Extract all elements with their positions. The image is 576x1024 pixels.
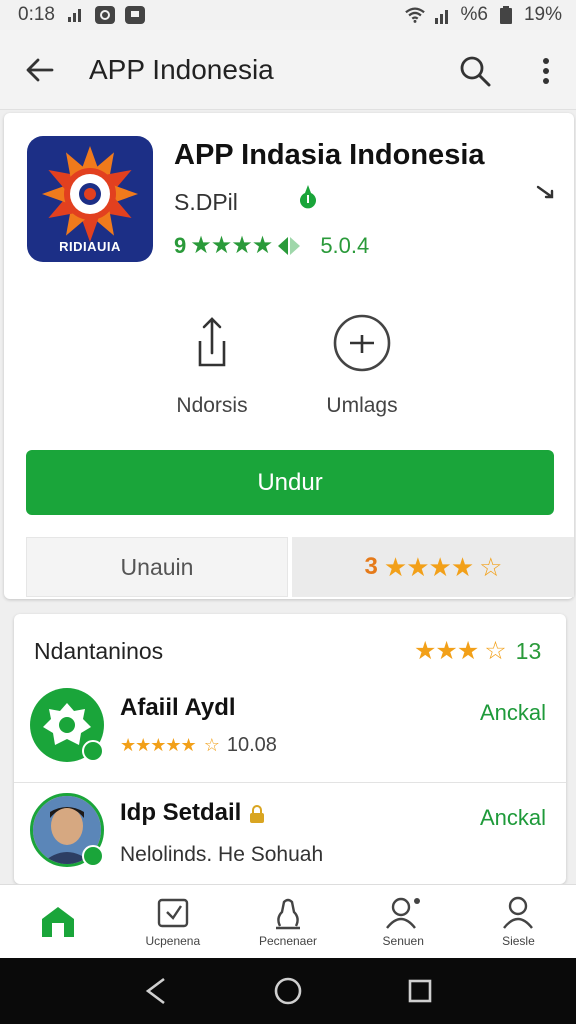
review-meta: ★★★★★ ☆ 10.08 (120, 734, 277, 757)
action-add[interactable]: Umlags (302, 313, 422, 418)
page-title: APP Indonesia (89, 53, 274, 85)
review-action-link[interactable]: Anckal (480, 700, 546, 726)
reviewer-name[interactable]: Afaiil Aydl (120, 694, 236, 722)
more-vert-icon (543, 58, 549, 84)
notification-icon (124, 6, 145, 24)
action-add-label: Umlags (326, 394, 398, 417)
person-icon (503, 896, 534, 929)
rating-prefix: 9 (174, 232, 187, 258)
add-circle-icon (333, 314, 391, 372)
system-back-button[interactable] (139, 974, 173, 1008)
search-icon (460, 56, 491, 87)
battery-icon (496, 6, 516, 24)
reviewer-name-text: Idp Setdail (120, 799, 242, 826)
nav-item-2[interactable]: Ucpenena (115, 885, 230, 958)
nav-item-4[interactable]: Senuen (346, 885, 461, 958)
nav-label: Senuen (382, 933, 424, 948)
reviews-count: 13 (515, 637, 542, 664)
reviewer-name[interactable]: Idp Setdail (120, 799, 267, 827)
review-action-link[interactable]: Anckal (480, 805, 546, 831)
more-options-button[interactable] (526, 48, 566, 94)
nav-item-5[interactable]: Siesle (461, 885, 576, 958)
signal-text: %6 (460, 4, 488, 25)
back-triangle-icon (145, 977, 165, 1005)
lock-icon (250, 804, 265, 823)
arrow-left-icon (26, 58, 54, 81)
cell-signal-icon (433, 6, 453, 24)
verified-badge-icon (82, 740, 104, 762)
nav-label: Siesle (502, 933, 535, 948)
recents-square-icon (408, 979, 432, 1003)
app-name: APP Indasia Indonesia (174, 139, 485, 171)
person-settings-icon (386, 897, 421, 929)
battery-text: 19% (523, 4, 562, 25)
nav-home[interactable] (0, 885, 115, 958)
app-details-card: RIDIAUIA APP Indasia Indonesia S.DPil 9 … (4, 113, 574, 599)
review-score: 10.08 (226, 734, 277, 756)
signal-icon (65, 6, 85, 24)
action-share[interactable]: Ndorsis (152, 313, 272, 418)
verified-badge-icon (82, 845, 104, 867)
status-bar: 0:18 %6 19% (0, 0, 576, 30)
app-icon[interactable]: RIDIAUIA (27, 136, 153, 262)
search-button[interactable] (450, 48, 500, 94)
developer-name[interactable]: S.DPil (174, 189, 238, 216)
bottom-navigation: Ucpenena Pecnenaer Senuen Siesle (0, 884, 576, 958)
verified-leaf-icon (300, 185, 316, 209)
hand-icon (276, 898, 300, 929)
review-item[interactable]: Idp Setdail Anckal Nelolinds. He Sohuah (14, 782, 566, 884)
rating-value: 5.0.4 (320, 232, 370, 258)
notification-icon (94, 6, 115, 24)
home-circle-icon (274, 977, 302, 1005)
app-rating: 9 ★★★★ 5.0.4 (174, 231, 369, 260)
nav-label: Pecnenaer (258, 933, 318, 948)
back-button[interactable] (0, 30, 80, 110)
nav-item-3[interactable]: Pecnenaer (230, 885, 345, 958)
app-bar: APP Indonesia (0, 30, 576, 110)
tab-details[interactable]: Unauin (26, 537, 288, 597)
half-star-icon (278, 236, 301, 255)
nav-label: Ucpenena (145, 933, 201, 948)
tag-icon (157, 898, 188, 927)
system-recents-button[interactable] (403, 974, 437, 1008)
status-time: 0:18 (18, 4, 55, 25)
install-button[interactable]: Undur (26, 450, 554, 515)
reviews-card: Ndantaninos ★★★ ☆ 13 Afaiil Aydl Anckal … (14, 614, 566, 884)
system-navigation-bar (0, 958, 576, 1024)
expand-icon[interactable] (530, 179, 560, 209)
app-icon-text: RIDIAUIA (59, 239, 121, 254)
reviews-stars-filled: ★★★ (414, 637, 479, 665)
reviews-header: Ndantaninos (34, 638, 164, 664)
review-empty-star: ☆ (203, 735, 220, 755)
wifi-icon (404, 6, 425, 24)
review-text: Nelolinds. He Sohuah (120, 843, 324, 866)
tab-rating-number: 3 (364, 553, 378, 580)
tab-rating-stars: ★★★★ (383, 551, 474, 582)
action-share-label: Ndorsis (176, 394, 248, 417)
home-icon (41, 906, 74, 937)
review-stars: ★★★★★ (120, 735, 197, 755)
rating-stars: ★★★★ (190, 232, 273, 259)
system-home-button[interactable] (271, 974, 305, 1008)
review-item[interactable]: Afaiil Aydl Anckal ★★★★★ ☆ 10.08 (14, 678, 566, 782)
reviews-summary: ★★★ ☆ 13 (414, 636, 541, 666)
share-upload-icon (198, 317, 226, 367)
tab-rating-empty-star: ☆ (479, 551, 502, 582)
tab-rating[interactable]: 3 ★★★★ ☆ (292, 537, 574, 597)
reviews-stars-empty: ☆ (484, 637, 506, 665)
